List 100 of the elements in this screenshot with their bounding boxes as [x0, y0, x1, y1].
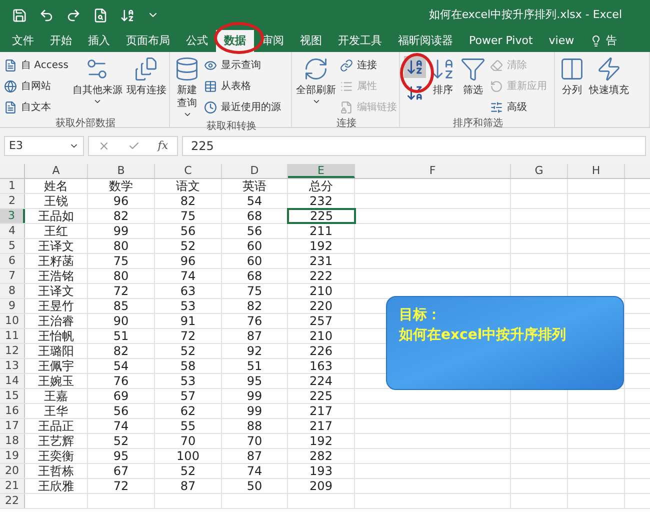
print-preview-icon[interactable]: [93, 8, 108, 22]
ribbon-tab[interactable]: 页面布局: [118, 30, 178, 52]
clock-icon: [204, 100, 217, 114]
table-cell: 220: [288, 299, 355, 313]
row-header[interactable]: 13: [0, 359, 25, 373]
ribbon-small-button[interactable]: 从表格: [204, 77, 281, 95]
button-label: 快速填充: [589, 84, 629, 97]
row-header[interactable]: 18: [0, 434, 25, 448]
table-cell: 75: [88, 254, 155, 268]
ribbon-group-label: 连接: [336, 116, 358, 131]
row-header[interactable]: 6: [0, 254, 25, 268]
table-cell: 193: [288, 464, 355, 478]
sort-ascending-button[interactable]: [404, 56, 426, 78]
ribbon-small-button[interactable]: 连接: [340, 56, 397, 74]
ribbon-group-label: 排序和筛选: [452, 116, 504, 131]
ribbon-small-button[interactable]: 高级: [490, 98, 547, 116]
columns-icon: [559, 56, 585, 82]
row-header[interactable]: 12: [0, 344, 25, 358]
ribbon-small-button[interactable]: 显示查询: [204, 56, 281, 74]
row-header[interactable]: 3: [0, 209, 25, 223]
row-header[interactable]: 9: [0, 299, 25, 313]
ribbon-tab[interactable]: 开始: [42, 30, 80, 52]
row-header[interactable]: 14: [0, 374, 25, 388]
table-cell: 52: [88, 434, 155, 448]
row-header[interactable]: 2: [0, 194, 25, 208]
redo-icon[interactable]: [66, 8, 81, 22]
table-cell: 91: [155, 314, 222, 328]
column-header[interactable]: A: [25, 164, 88, 178]
column-header[interactable]: E: [288, 164, 355, 178]
locked-file-icon: [340, 100, 353, 114]
ribbon-tab[interactable]: view: [540, 30, 582, 52]
button-label: 筛选: [463, 84, 483, 97]
ribbon-small-button[interactable]: 最近使用的源: [204, 98, 281, 116]
row-header[interactable]: 15: [0, 389, 25, 403]
column-header[interactable]: C: [155, 164, 222, 178]
ribbon-small-button[interactable]: 自 Access: [4, 56, 68, 74]
table-cell: 总分: [288, 179, 355, 193]
ribbon-large-button[interactable]: 新建 查询: [172, 52, 202, 119]
row-header[interactable]: 22: [0, 494, 25, 508]
column-header[interactable]: H: [568, 164, 625, 178]
row-header[interactable]: 1: [0, 179, 25, 193]
ribbon-large-button[interactable]: 排序: [428, 52, 458, 116]
table-cell: 99: [222, 404, 288, 418]
dropdown-caret-icon: [312, 97, 320, 106]
table-icon: [204, 80, 217, 92]
row-header[interactable]: 19: [0, 449, 25, 463]
table-cell: 王治睿: [25, 314, 88, 328]
table-cell: 52: [155, 239, 222, 253]
ribbon-small-button[interactable]: 自网站: [4, 77, 68, 95]
row-header[interactable]: 16: [0, 404, 25, 418]
ribbon-small-button[interactable]: 自文本: [4, 98, 68, 116]
lightbulb-icon: [590, 35, 602, 47]
table-cell: 51: [88, 329, 155, 343]
ribbon-tab[interactable]: 审阅: [254, 30, 292, 52]
table-cell: 王华: [25, 404, 88, 418]
ribbon-large-button[interactable]: 现有连接: [124, 52, 168, 116]
row-header[interactable]: 21: [0, 479, 25, 493]
enter-icon[interactable]: [128, 140, 140, 152]
ribbon-tab[interactable]: 开发工具: [330, 30, 390, 52]
ribbon-tab[interactable]: 告: [582, 30, 626, 52]
row-header[interactable]: 7: [0, 269, 25, 283]
ribbon-large-button[interactable]: 快速填充: [587, 52, 631, 127]
ribbon-tab[interactable]: 福昕阅读器: [390, 30, 461, 52]
row-header[interactable]: 20: [0, 464, 25, 478]
eye-icon: [204, 58, 217, 72]
table-cell: 217: [288, 404, 355, 418]
ribbon-tab[interactable]: Power Pivot: [461, 30, 541, 52]
row-header[interactable]: 5: [0, 239, 25, 253]
row-header[interactable]: 11: [0, 329, 25, 343]
save-icon[interactable]: [12, 8, 27, 22]
ribbon-tab[interactable]: 视图: [292, 30, 330, 52]
table-cell: 王昱竹: [25, 299, 88, 313]
ribbon-large-button[interactable]: 分列: [557, 52, 587, 127]
row-header[interactable]: 8: [0, 284, 25, 298]
row-header[interactable]: 10: [0, 314, 25, 328]
name-box[interactable]: E3: [4, 136, 84, 156]
ribbon-large-button[interactable]: 筛选: [458, 52, 488, 116]
function-button[interactable]: fx: [158, 138, 168, 154]
table-cell: 数学: [88, 179, 155, 193]
table-cell: 王嘉: [25, 389, 88, 403]
database-icon: [174, 56, 200, 82]
column-header[interactable]: F: [355, 164, 511, 178]
ribbon-tab[interactable]: 插入: [80, 30, 118, 52]
ribbon-tab[interactable]: 文件: [4, 30, 42, 52]
formula-input[interactable]: 225: [182, 136, 646, 156]
table-cell: 60: [222, 254, 288, 268]
row-header[interactable]: 4: [0, 224, 25, 238]
sort-icon[interactable]: [120, 8, 135, 22]
ribbon-tab[interactable]: 公式: [178, 30, 216, 52]
table-cell: 74: [155, 269, 222, 283]
column-header[interactable]: G: [511, 164, 568, 178]
row-header[interactable]: 17: [0, 419, 25, 433]
table-cell: 王欣雅: [25, 479, 88, 493]
button-label: 分列: [562, 84, 582, 97]
ribbon-large-button[interactable]: 全部刷新: [294, 52, 338, 116]
ribbon-large-button[interactable]: 自其他来源: [70, 52, 124, 116]
column-header[interactable]: B: [88, 164, 155, 178]
cancel-icon[interactable]: [98, 140, 110, 152]
link-icon: [340, 58, 353, 72]
undo-icon[interactable]: [39, 8, 54, 22]
